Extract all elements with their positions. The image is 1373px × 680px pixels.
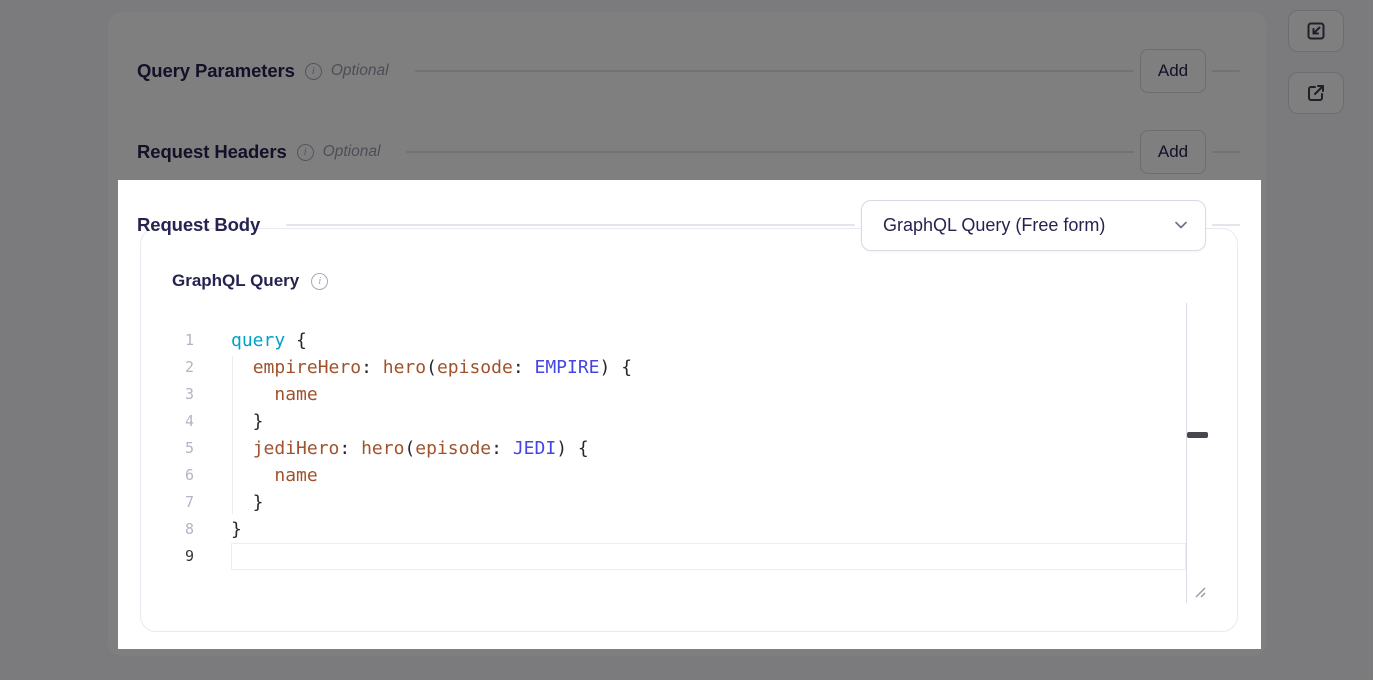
resize-handle-icon[interactable] [1192,584,1208,600]
scrollbar-thumb[interactable] [1187,432,1208,438]
code-line: } [231,489,1186,516]
line-number: 3 [161,381,194,408]
side-toolbar [1288,10,1344,114]
chevron-down-icon [1171,215,1191,235]
line-number: 4 [161,408,194,435]
code-line [231,543,1186,570]
pop-in-button[interactable] [1288,10,1344,52]
query-parameters-section: Query Parameters i Optional Add [137,47,1240,95]
line-number: 9 [161,543,194,570]
info-icon[interactable]: i [311,273,328,290]
code-line: empireHero: hero(episode: EMPIRE) { [231,354,1186,381]
divider [415,70,1134,72]
request-headers-title: Request Headers [137,141,287,163]
external-link-icon [1304,81,1328,105]
divider [1212,151,1240,153]
query-parameters-title: Query Parameters [137,60,295,82]
line-number: 2 [161,354,194,381]
editor-gutter: 123456789 [161,327,194,570]
optional-label: Optional [323,143,381,161]
graphql-editor-card: GraphQL Query i 123456789 query { empire… [140,228,1238,632]
info-icon[interactable]: i [297,144,314,161]
line-number: 1 [161,327,194,354]
code-line: } [231,516,1186,543]
divider [1212,70,1240,72]
open-external-button[interactable] [1288,72,1344,114]
code-line: jediHero: hero(episode: JEDI) { [231,435,1186,462]
pop-in-icon [1304,19,1328,43]
request-builder-panel: Query Parameters i Optional Add Request … [108,12,1266,656]
editor-label-row: GraphQL Query i [172,271,328,291]
body-type-selected-value: GraphQL Query (Free form) [883,215,1171,236]
line-number: 8 [161,516,194,543]
editor-code[interactable]: query { empireHero: hero(episode: EMPIRE… [231,327,1186,570]
code-line: } [231,408,1186,435]
code-line: name [231,381,1186,408]
graphql-query-label: GraphQL Query [172,271,299,291]
divider [1212,224,1240,226]
request-body-section-header: Request Body GraphQL Query (Free form) [137,199,1240,251]
request-body-title: Request Body [137,214,260,236]
code-line: query { [231,327,1186,354]
body-type-select[interactable]: GraphQL Query (Free form) [861,200,1206,251]
add-request-header-button[interactable]: Add [1140,130,1206,174]
optional-label: Optional [331,62,389,80]
line-number: 6 [161,462,194,489]
line-number: 5 [161,435,194,462]
graphql-code-editor[interactable]: 123456789 query { empireHero: hero(episo… [141,303,1208,603]
divider [286,224,855,226]
line-number: 7 [161,489,194,516]
info-icon[interactable]: i [305,63,322,80]
request-headers-section: Request Headers i Optional Add [137,128,1240,176]
editor-right-border [1186,303,1187,603]
divider [406,151,1134,153]
add-query-parameter-button[interactable]: Add [1140,49,1206,93]
code-line: name [231,462,1186,489]
